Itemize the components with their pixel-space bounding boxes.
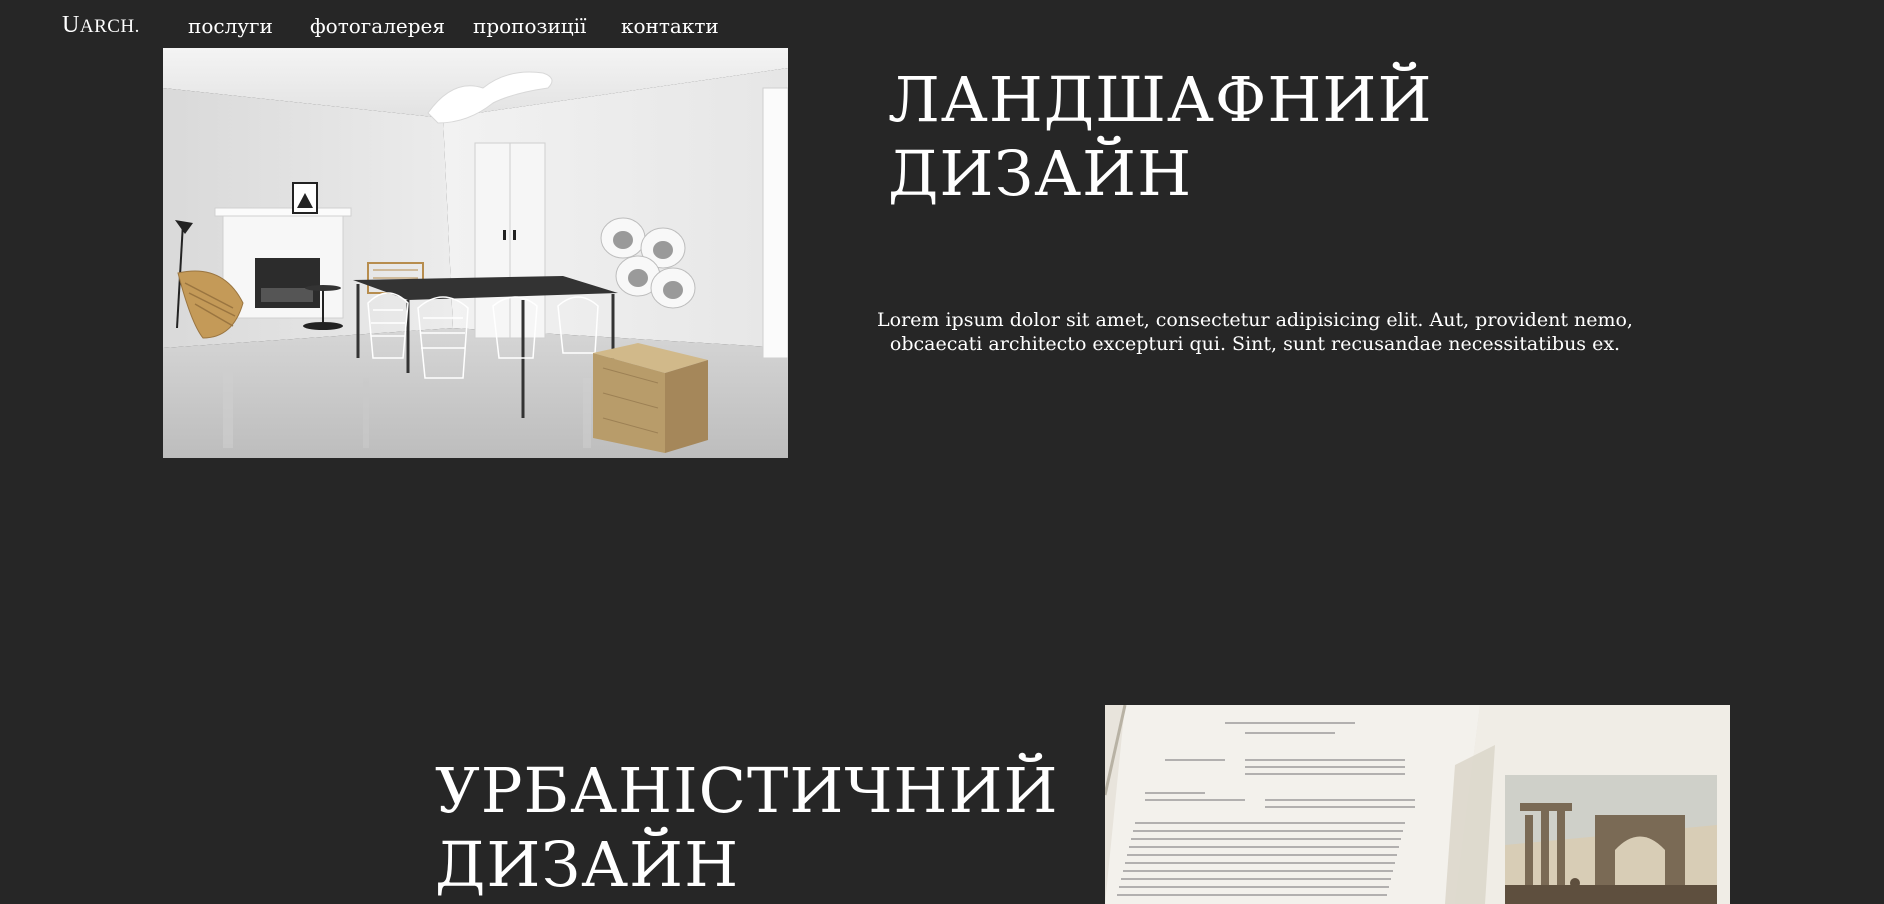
book-photo xyxy=(1105,705,1730,904)
logo-text: ARCH. xyxy=(79,16,140,37)
title-line-1: УРБАНІСТИЧНИЙ xyxy=(435,754,1059,827)
landscape-design-title: ЛАНДШАФНИЙ ДИЗАЙН xyxy=(888,63,1433,211)
title-line-1: ЛАНДШАФНИЙ xyxy=(888,63,1433,136)
logo-initial: U xyxy=(62,12,80,38)
title-line-2: ДИЗАЙН xyxy=(435,828,740,901)
title-line-2: ДИЗАЙН xyxy=(888,137,1193,210)
landscape-description: Lorem ipsum dolor sit amet, consectetur … xyxy=(877,309,1633,355)
urban-design-title: УРБАНІСТИЧНИЙ ДИЗАЙН xyxy=(435,754,1059,902)
top-navigation: UARCH. послуги фотогалерея пропозиції ко… xyxy=(0,0,1884,50)
nav-link-gallery[interactable]: фотогалерея xyxy=(310,14,445,38)
site-logo[interactable]: UARCH. xyxy=(62,12,140,39)
interior-photo xyxy=(163,48,788,458)
nav-link-services[interactable]: послуги xyxy=(188,14,273,38)
nav-link-contacts[interactable]: контакти xyxy=(621,14,719,38)
nav-link-offers[interactable]: пропозиції xyxy=(473,14,586,38)
